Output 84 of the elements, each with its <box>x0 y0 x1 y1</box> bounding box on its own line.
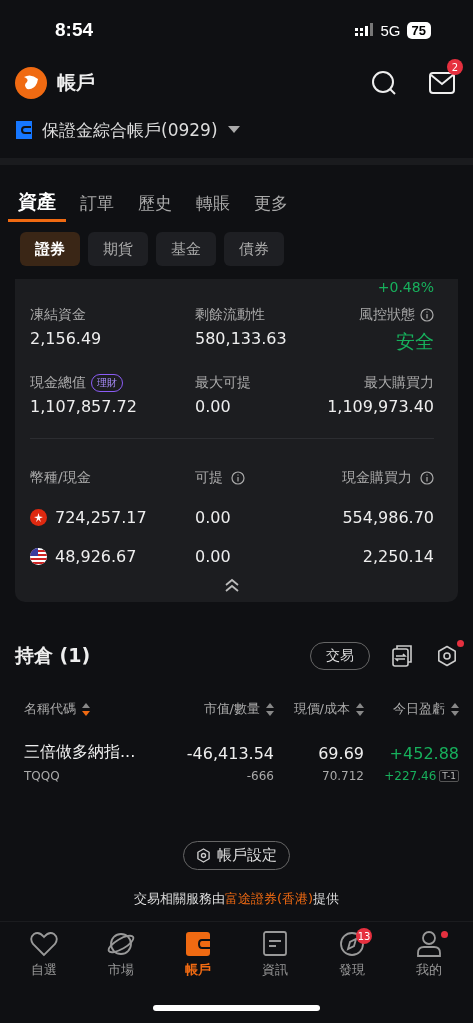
tab[interactable]: 轉賬 <box>186 185 240 222</box>
metric-value: 1,109,973.40 <box>327 397 434 416</box>
metric-value: 1,107,857.72 <box>30 397 138 416</box>
logo-icon <box>15 67 47 99</box>
buying-power-value: 554,986.70 <box>342 508 434 527</box>
quantity: -666 <box>246 769 274 783</box>
tab[interactable]: 更多 <box>244 185 298 222</box>
notification-badge: 13 <box>355 928 373 944</box>
wallet-icon <box>16 121 32 139</box>
today-profit: +452.88 <box>389 744 459 763</box>
info-icon[interactable] <box>420 471 434 485</box>
metric-label: 風控狀態 <box>359 306 415 324</box>
settings-icon[interactable] <box>196 848 211 863</box>
nav-item[interactable]: 市場 <box>91 930 152 980</box>
tab[interactable]: 資產 <box>8 185 66 222</box>
wallet-icon[interactable] <box>184 931 213 957</box>
column-header[interactable]: 市值/數量 <box>203 700 260 718</box>
planet-icon[interactable] <box>107 931 136 957</box>
transfer-icon[interactable] <box>392 645 412 667</box>
cost-price: 70.712 <box>322 769 364 783</box>
flag-icon <box>30 509 47 526</box>
current-price: 69.69 <box>318 744 364 763</box>
nav-item[interactable]: 自選 <box>14 930 75 980</box>
nav-item[interactable]: 帳戶 <box>168 930 229 980</box>
sort-icon[interactable] <box>356 702 364 716</box>
account-name[interactable]: 保證金綜合帳戶(0929) <box>42 118 218 142</box>
stock-code: TQQQ <box>24 769 60 783</box>
provider-link[interactable]: 富途證券(香港) <box>224 891 314 906</box>
notification-badge: 2 <box>447 59 463 75</box>
network-label: 5G <box>380 21 401 39</box>
sort-icon[interactable] <box>82 702 90 716</box>
metric-label: 凍結資金 <box>30 306 86 324</box>
t1-tag: T-1 <box>439 770 459 782</box>
cash-value: 48,926.67 <box>55 547 137 566</box>
withdrawable-value: 0.00 <box>195 508 231 527</box>
document-icon[interactable] <box>260 931 289 957</box>
category-tab[interactable]: 基金 <box>156 232 216 266</box>
tab[interactable]: 歷史 <box>128 185 182 222</box>
service-provider-note: 交易相關服務由富途證券(香港)提供 <box>132 890 341 908</box>
metric-value: 2,156.49 <box>30 329 103 348</box>
withdrawable-value: 0.00 <box>195 547 231 566</box>
metric-label: 最大購買力 <box>364 374 434 392</box>
page-title: 帳戶 <box>57 70 95 95</box>
column-header: 幣種/現金 <box>30 469 91 487</box>
metric-value: 580,133.63 <box>195 329 288 348</box>
buying-power-value: 2,250.14 <box>362 547 434 566</box>
info-icon[interactable] <box>231 471 245 485</box>
category-tab[interactable]: 證券 <box>20 232 80 266</box>
settings-icon[interactable] <box>436 645 458 667</box>
info-icon[interactable] <box>420 308 434 322</box>
person-icon[interactable] <box>414 931 443 957</box>
nav-item[interactable]: 資訊 <box>244 930 305 980</box>
change-percent: +0.48% <box>377 279 434 297</box>
sort-icon[interactable] <box>266 702 274 716</box>
holdings-title: 持倉 (1) <box>15 643 91 668</box>
heart-icon[interactable] <box>30 931 59 957</box>
collapse-icon[interactable] <box>224 578 240 592</box>
mail-icon[interactable] <box>429 72 455 94</box>
metric-label: 現金總值 <box>30 374 86 392</box>
column-header: 現金購買力 <box>342 469 412 487</box>
column-header[interactable]: 現價/成本 <box>293 700 350 718</box>
previous-day-profit: +227.46 <box>384 769 437 783</box>
battery-level: 75 <box>406 21 431 39</box>
stock-name[interactable]: 三倍做多納指... <box>24 742 136 763</box>
sort-icon[interactable] <box>451 702 459 716</box>
category-tab[interactable]: 期貨 <box>88 232 148 266</box>
metric-label: 最大可提 <box>195 374 251 392</box>
flag-icon <box>30 548 47 565</box>
nav-item[interactable]: 我的 <box>398 930 459 980</box>
market-value: -46,413.54 <box>186 744 274 763</box>
status-time: 8:54 <box>55 19 94 41</box>
cash-value: 724,257.17 <box>55 508 147 527</box>
metric-value: 安全 <box>396 329 434 354</box>
metric-value: 0.00 <box>195 397 232 416</box>
tab[interactable]: 訂單 <box>70 185 124 222</box>
dropdown-icon[interactable] <box>227 126 240 134</box>
category-tab[interactable]: 債券 <box>224 232 284 266</box>
column-header[interactable]: 名稱代碼 <box>24 700 76 718</box>
column-header[interactable]: 今日盈虧 <box>393 700 445 718</box>
search-icon[interactable] <box>371 70 397 96</box>
column-header: 可提 <box>195 469 223 487</box>
metric-label: 剩餘流動性 <box>195 306 265 324</box>
nav-item[interactable]: 發現 13 <box>321 930 382 980</box>
signal-icon <box>354 23 375 37</box>
